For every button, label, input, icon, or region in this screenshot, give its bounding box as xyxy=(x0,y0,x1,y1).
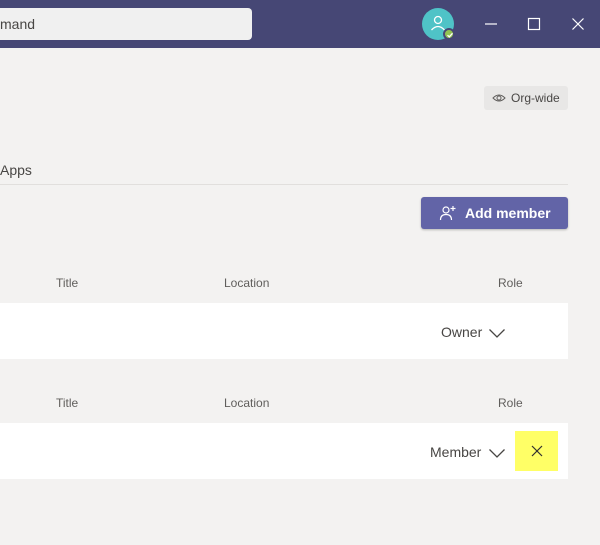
column-header-location[interactable]: Location xyxy=(224,276,269,290)
chevron-down-icon[interactable] xyxy=(488,327,506,339)
chevron-down-icon[interactable] xyxy=(488,447,506,459)
close-window-button[interactable] xyxy=(564,10,592,38)
search-command-box[interactable]: mand xyxy=(0,8,252,40)
tab-divider xyxy=(0,184,568,185)
column-header-location[interactable]: Location xyxy=(224,396,269,410)
add-member-button[interactable]: Add member xyxy=(421,197,568,229)
role-value: Member xyxy=(430,444,482,460)
role-value: Owner xyxy=(441,324,483,340)
tab-apps[interactable]: Apps xyxy=(0,162,32,178)
eye-icon xyxy=(492,94,506,102)
minimize-icon xyxy=(485,23,497,25)
checkmark-icon xyxy=(447,32,453,38)
column-header-title[interactable]: Title xyxy=(56,276,78,290)
presence-status-badge xyxy=(443,28,455,40)
minimize-button[interactable] xyxy=(477,10,505,38)
table-row-member[interactable]: Member xyxy=(0,423,568,479)
maximize-icon xyxy=(527,17,541,31)
add-member-label: Add member xyxy=(465,205,551,221)
close-icon xyxy=(531,445,542,457)
remove-member-button[interactable] xyxy=(515,431,558,471)
table-row-owner[interactable]: Owner xyxy=(0,303,568,359)
search-input-text[interactable]: mand xyxy=(0,16,35,32)
privacy-badge-label: Org-wide xyxy=(511,91,560,105)
maximize-button[interactable] xyxy=(520,10,548,38)
column-header-title[interactable]: Title xyxy=(56,396,78,410)
column-header-role[interactable]: Role xyxy=(498,396,523,410)
title-bar: mand xyxy=(0,0,600,48)
close-icon xyxy=(572,18,584,30)
add-person-icon xyxy=(439,206,456,221)
privacy-badge[interactable]: Org-wide xyxy=(484,86,568,110)
column-header-role[interactable]: Role xyxy=(498,276,523,290)
